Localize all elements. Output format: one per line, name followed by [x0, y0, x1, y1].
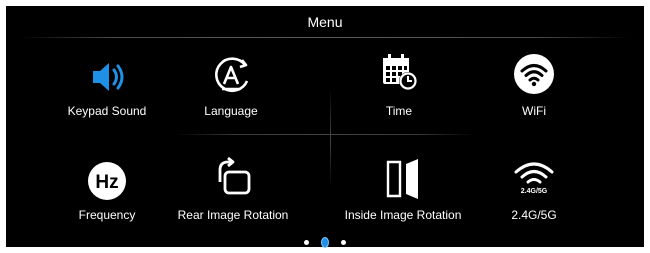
- menu-item-wifi[interactable]: WiFi: [464, 52, 604, 132]
- menu-item-inside-image-rotation[interactable]: Inside Image Rotation: [333, 156, 473, 236]
- menu-item-label: 2.4G/5G: [511, 208, 557, 222]
- menu-item-label: Keypad Sound: [67, 104, 147, 118]
- speaker-icon: [85, 55, 129, 99]
- menu-item-time[interactable]: Time: [329, 50, 469, 130]
- page-title: Menu: [307, 14, 343, 30]
- wifi-band-icon-text: 2.4G/5G: [521, 188, 548, 195]
- menu-item-label: Language: [204, 104, 258, 118]
- title-divider: [20, 37, 630, 38]
- menu-item-keypad-sound[interactable]: Keypad Sound: [37, 55, 177, 135]
- page-dot-active[interactable]: [321, 237, 329, 249]
- menu-item-label: Rear Image Rotation: [177, 208, 289, 222]
- mirror-flip-icon: [381, 156, 425, 200]
- menu-item-label: Frequency: [78, 208, 136, 222]
- menu-item-language[interactable]: Language: [161, 55, 301, 135]
- menu-item-label: WiFi: [522, 104, 546, 118]
- menu-item-rear-image-rotation[interactable]: Rear Image Rotation: [163, 156, 303, 236]
- rotate-icon: [211, 156, 255, 200]
- page-dot[interactable]: [341, 240, 346, 246]
- page-indicator: [6, 234, 644, 249]
- svg-text:Hz: Hz: [95, 172, 118, 193]
- calendar-clock-icon: [377, 50, 421, 94]
- wifi-band-icon: 2.4G/5G: [512, 158, 556, 202]
- menu-screen: Menu Keypad Sound Language Time WiFi Hz …: [6, 6, 644, 249]
- menu-item-label: Time: [385, 104, 413, 118]
- menu-item-wifi-band[interactable]: 2.4G/5G 2.4G/5G: [464, 158, 604, 238]
- page-dot[interactable]: [304, 240, 309, 246]
- wifi-icon: [512, 52, 556, 96]
- menu-item-label: Inside Image Rotation: [344, 208, 462, 222]
- hz-icon: Hz: [85, 159, 129, 203]
- menu-item-frequency[interactable]: Hz Frequency: [37, 159, 177, 239]
- language-icon: [209, 55, 253, 99]
